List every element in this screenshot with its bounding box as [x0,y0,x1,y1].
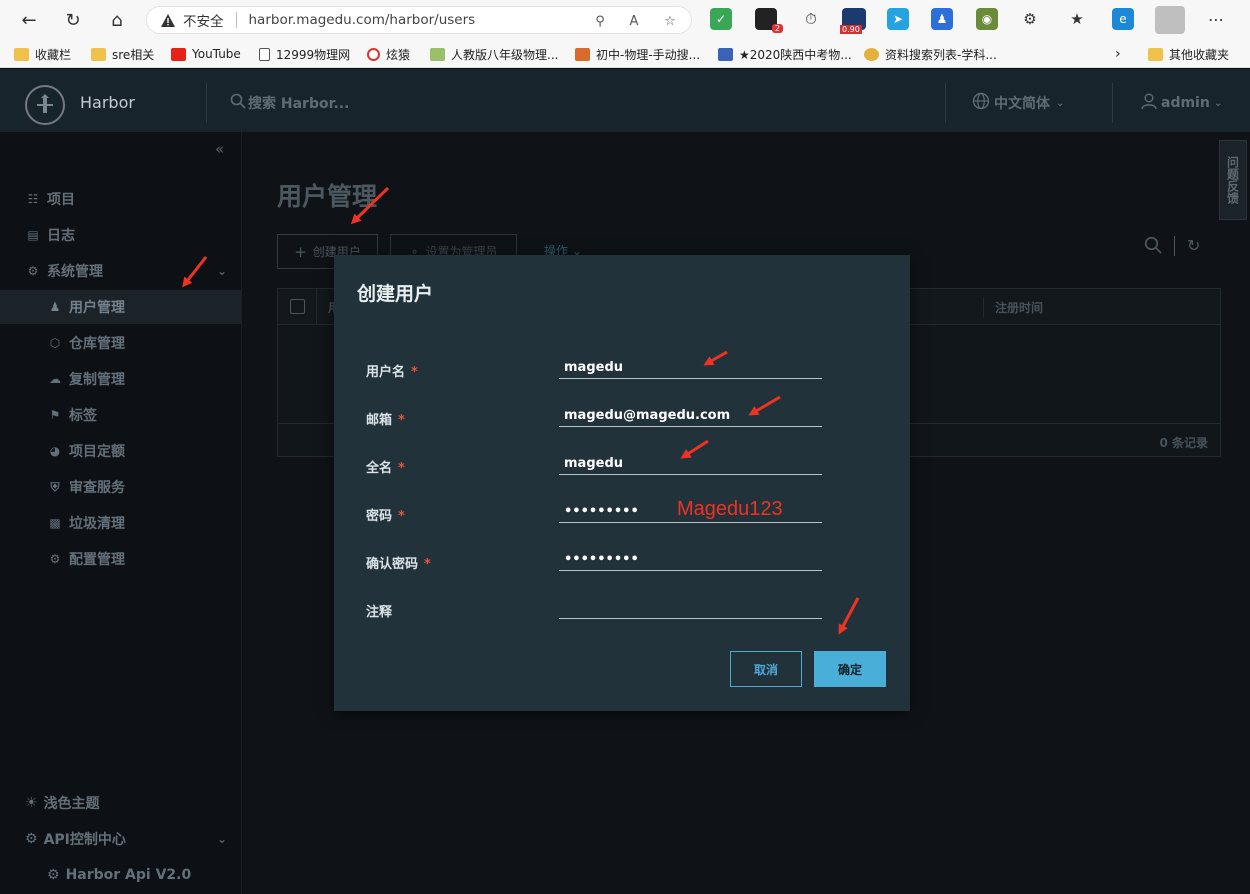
arrow-email [748,395,781,416]
arrow-create-user [350,186,390,225]
arrow-admin [182,256,208,288]
arrow-ok [838,597,860,635]
annotation-arrows [182,186,860,635]
arrow-fullname [680,439,709,459]
arrow-username [703,350,728,366]
